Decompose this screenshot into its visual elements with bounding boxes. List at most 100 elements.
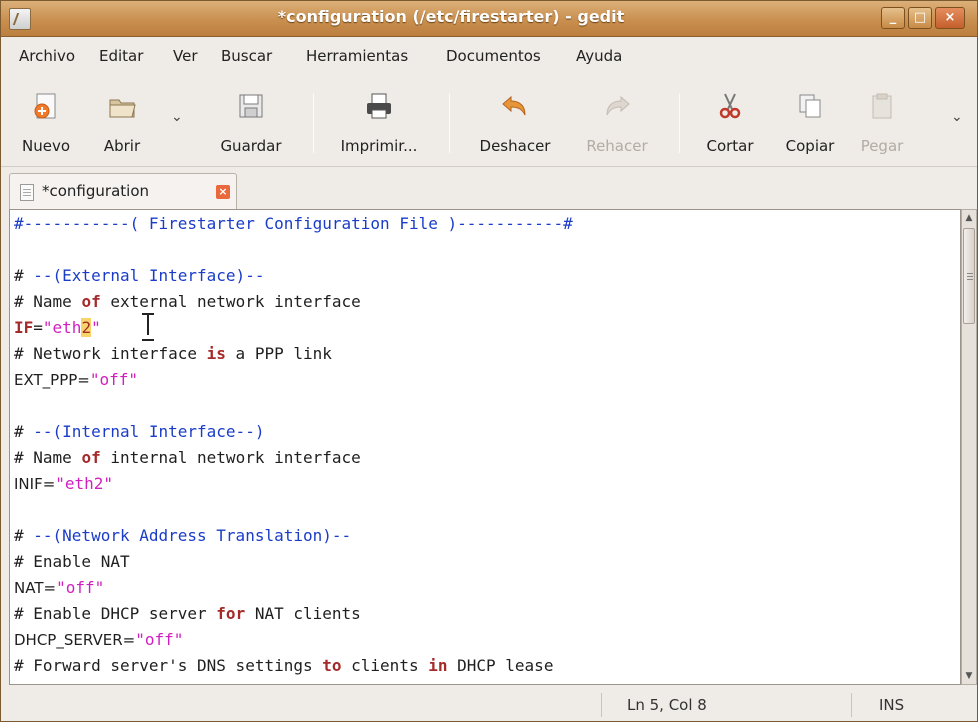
menu-ayuda[interactable]: Ayuda (576, 47, 622, 65)
menu-documentos[interactable]: Documentos (446, 47, 541, 65)
copy-icon (799, 94, 821, 118)
comment-text: # Enable DHCP server (14, 604, 217, 623)
print-button[interactable]: Imprimir... (327, 81, 431, 161)
tab-configuration[interactable]: *configuration × (9, 173, 237, 209)
toolbar-overflow-icon[interactable]: ⌄ (951, 109, 963, 125)
menu-ver[interactable]: Ver (173, 47, 198, 65)
keyword: of (81, 448, 101, 467)
keyword: to (322, 656, 342, 675)
text-editor[interactable]: #-----------( Firestarter Configuration … (9, 209, 961, 685)
scroll-up-arrow-icon[interactable]: ▲ (962, 210, 976, 226)
menu-archivo[interactable]: Archivo (19, 47, 75, 65)
undo-arrow-icon (502, 95, 526, 116)
open-label: Abrir (103, 137, 141, 155)
comment-text: --(Network Address Translation)-- (33, 526, 352, 545)
document-tabs: *configuration × (1, 169, 977, 209)
code-line: DHCP_SERVER="off" (14, 627, 183, 653)
comment-text: # Name (14, 448, 82, 467)
title-bar[interactable]: *configuration (/etc/firestarter) - gedi… (1, 1, 977, 37)
scroll-down-arrow-icon[interactable]: ▼ (962, 668, 976, 684)
scroll-thumb[interactable] (963, 228, 975, 324)
comment-text: DHCP lease (447, 656, 554, 675)
paste-clipboard-icon (872, 93, 892, 119)
string-value: " (91, 318, 101, 337)
print-label: Imprimir... (340, 137, 418, 155)
comment-text: # Name (14, 292, 82, 311)
close-window-button[interactable]: × (935, 7, 965, 29)
redo-button[interactable]: Rehacer (571, 81, 663, 161)
code-line: EXT_PPP="off" (14, 367, 138, 393)
comment-text: NAT clients (245, 604, 361, 623)
cursor-position: Ln 5, Col 8 (627, 696, 707, 714)
window-title: *configuration (/etc/firestarter) - gedi… (277, 7, 625, 26)
toolbar-separator (679, 93, 680, 153)
string-value: "eth (42, 318, 82, 337)
insert-mode[interactable]: INS (879, 696, 904, 714)
comment-text: external network interface (100, 292, 361, 311)
code-line: # --(External Interface)-- (14, 263, 264, 289)
code-line: # Enable DHCP server for NAT clients (14, 601, 361, 627)
close-tab-icon[interactable]: × (216, 185, 230, 199)
menu-bar: Archivo Editar Ver Buscar Herramientas D… (1, 39, 977, 73)
keyword: for (216, 604, 246, 623)
variable-name: NAT= (14, 579, 57, 597)
redo-arrow-icon (606, 95, 630, 116)
code-line: # Forward server's DNS settings to clien… (14, 653, 553, 679)
status-separator (601, 693, 602, 717)
toolbar: Nuevo Abrir ⌄ Guardar Imprimir... Deshac… (1, 75, 977, 167)
new-label: Nuevo (21, 137, 70, 155)
string-value: "off" (89, 370, 139, 389)
comment-text: --(Internal Interface--) (33, 422, 265, 441)
menu-buscar[interactable]: Buscar (221, 47, 272, 65)
scroll-grip-icon (967, 273, 973, 274)
new-button[interactable]: Nuevo (11, 81, 81, 161)
save-button[interactable]: Guardar (206, 81, 296, 161)
maximize-button[interactable]: □ (908, 7, 932, 29)
keyword: is (206, 344, 226, 363)
variable-name: DHCP_SERVER= (14, 631, 136, 649)
tab-label: *configuration (42, 182, 149, 200)
toolbar-separator (449, 93, 450, 153)
code-line: # Name of internal network interface (14, 445, 361, 471)
undo-button[interactable]: Deshacer (463, 81, 567, 161)
printer-icon (367, 93, 391, 119)
variable-name: IF (14, 318, 34, 337)
menu-herramientas[interactable]: Herramientas (306, 47, 408, 65)
scissors-icon (719, 93, 741, 119)
minimize-button[interactable]: _ (881, 7, 905, 29)
code-line: INIF="eth2" (14, 471, 113, 497)
keyword: in (428, 656, 448, 675)
code-line: # Network interface is a PPP link (14, 341, 332, 367)
cursor-highlight: 2 (81, 318, 92, 337)
open-recent-dropdown-icon[interactable]: ⌄ (171, 109, 183, 125)
copy-button[interactable]: Copiar (773, 81, 847, 161)
code-line: NAT="off" (14, 575, 104, 601)
code-line: # --(Internal Interface--) (14, 419, 264, 445)
vertical-scrollbar[interactable]: ▲ ▼ (961, 209, 977, 685)
variable-name: EXT_PPP= (14, 371, 90, 389)
save-label: Guardar (220, 137, 282, 155)
open-folder-icon (109, 99, 136, 118)
cut-button[interactable]: Cortar (691, 81, 769, 161)
open-button[interactable]: Abrir (87, 81, 157, 161)
save-disk-icon (239, 94, 263, 118)
paste-button[interactable]: Pegar (847, 81, 917, 161)
variable-name: INIF= (14, 475, 56, 493)
code-line: # Name of external network interface (14, 289, 361, 315)
comment-text: # Enable NAT (14, 552, 130, 571)
gedit-window: *configuration (/etc/firestarter) - gedi… (0, 0, 978, 722)
comment-text: # Forward server's DNS settings (14, 656, 323, 675)
text-document-icon (20, 184, 34, 201)
equals-sign: = (33, 318, 43, 337)
comment-text: a PPP link (225, 344, 332, 363)
comment-text: #-----------( Firestarter Configuration … (14, 214, 573, 233)
comment-hash: # (14, 526, 34, 545)
code-line: # --(Network Address Translation)-- (14, 523, 351, 549)
redo-label: Rehacer (586, 137, 648, 155)
copy-label: Copiar (785, 137, 835, 155)
string-value: "off" (135, 630, 184, 649)
code-line: #-----------( Firestarter Configuration … (14, 211, 573, 237)
menu-editar[interactable]: Editar (99, 47, 143, 65)
comment-text: internal network interface (100, 448, 361, 467)
string-value: "eth2" (55, 474, 114, 493)
